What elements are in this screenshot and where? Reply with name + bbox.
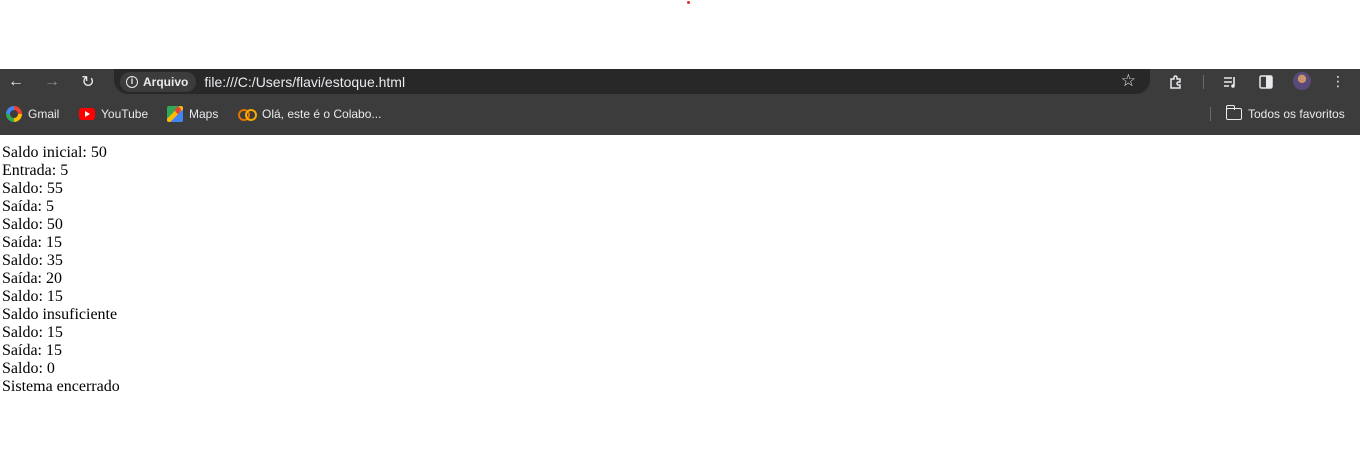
output-line: Saldo: 50 — [2, 216, 63, 233]
output-line: Saldo: 15 — [2, 324, 63, 341]
output-line: Saída: 5 — [2, 198, 54, 215]
side-panel-icon[interactable] — [1254, 69, 1278, 94]
address-bar[interactable]: i Arquivo file:///C:/Users/flavi/estoque… — [114, 69, 1150, 94]
bookmark-label: Gmail — [28, 107, 60, 121]
extensions-icon[interactable] — [1164, 69, 1188, 94]
all-bookmarks-label: Todos os favoritos — [1248, 107, 1345, 121]
reload-button[interactable]: ↻ — [74, 69, 102, 94]
output-line: Saída: 20 — [2, 270, 62, 287]
bookmark-label: Olá, este é o Colabo... — [262, 107, 382, 121]
site-info-chip[interactable]: i Arquivo — [120, 71, 197, 92]
url-text[interactable]: file:///C:/Users/flavi/estoque.html — [204, 74, 405, 90]
output-line: Saldo: 35 — [2, 252, 63, 269]
bookmarks-bar: Gmail YouTube Maps Olá, este é o Colabo.… — [0, 94, 1360, 135]
output-line: Saldo: 0 — [2, 360, 55, 377]
media-control-icon[interactable] — [1218, 69, 1242, 94]
toolbar-divider — [1203, 75, 1204, 89]
reload-icon: ↻ — [81, 73, 95, 91]
arrow-right-icon: → — [44, 72, 60, 90]
arrow-left-icon: ← — [8, 72, 24, 90]
google-icon — [6, 106, 22, 122]
output-line: Sistema encerrado — [2, 378, 120, 395]
menu-kebab-icon[interactable]: ⋮ — [1326, 69, 1350, 94]
colab-icon — [238, 109, 257, 121]
output-line: Saída: 15 — [2, 234, 62, 251]
info-icon: i — [126, 75, 138, 88]
output-line: Saldo: 15 — [2, 288, 63, 305]
output-line: Saldo insuficiente — [2, 306, 118, 323]
back-button[interactable]: ← — [2, 69, 30, 94]
page-content: Saldo inicial: 50 Entrada: 5 Saldo: 55 S… — [0, 135, 1360, 396]
site-info-label: Arquivo — [143, 74, 189, 89]
bookmark-label: Maps — [189, 107, 219, 121]
youtube-icon — [79, 108, 95, 120]
output-line: Saldo inicial: 50 — [2, 144, 107, 161]
window-top-area — [0, 0, 1360, 69]
browser-toolbar: ← → ↻ i Arquivo file:///C:/Users/flavi/e… — [0, 69, 1360, 94]
bookmark-colab[interactable]: Olá, este é o Colabo... — [238, 105, 381, 123]
profile-avatar[interactable] — [1293, 72, 1311, 90]
bookmark-gmail[interactable]: Gmail — [6, 105, 59, 123]
output-line: Saída: 15 — [2, 342, 62, 359]
bookmarks-divider — [1210, 107, 1211, 121]
output-line: Entrada: 5 — [2, 162, 69, 179]
folder-icon — [1225, 105, 1242, 120]
bookmark-star-icon[interactable]: ☆ — [1121, 71, 1136, 91]
bookmark-label: YouTube — [101, 107, 149, 121]
bookmark-youtube[interactable]: YouTube — [79, 105, 148, 123]
output-line: Saldo: 55 — [2, 180, 63, 197]
forward-button[interactable]: → — [38, 69, 66, 94]
all-bookmarks-button[interactable]: Todos os favoritos — [1225, 105, 1345, 123]
red-dot — [687, 1, 690, 4]
maps-icon — [167, 106, 183, 122]
bookmark-maps[interactable]: Maps — [167, 105, 218, 123]
